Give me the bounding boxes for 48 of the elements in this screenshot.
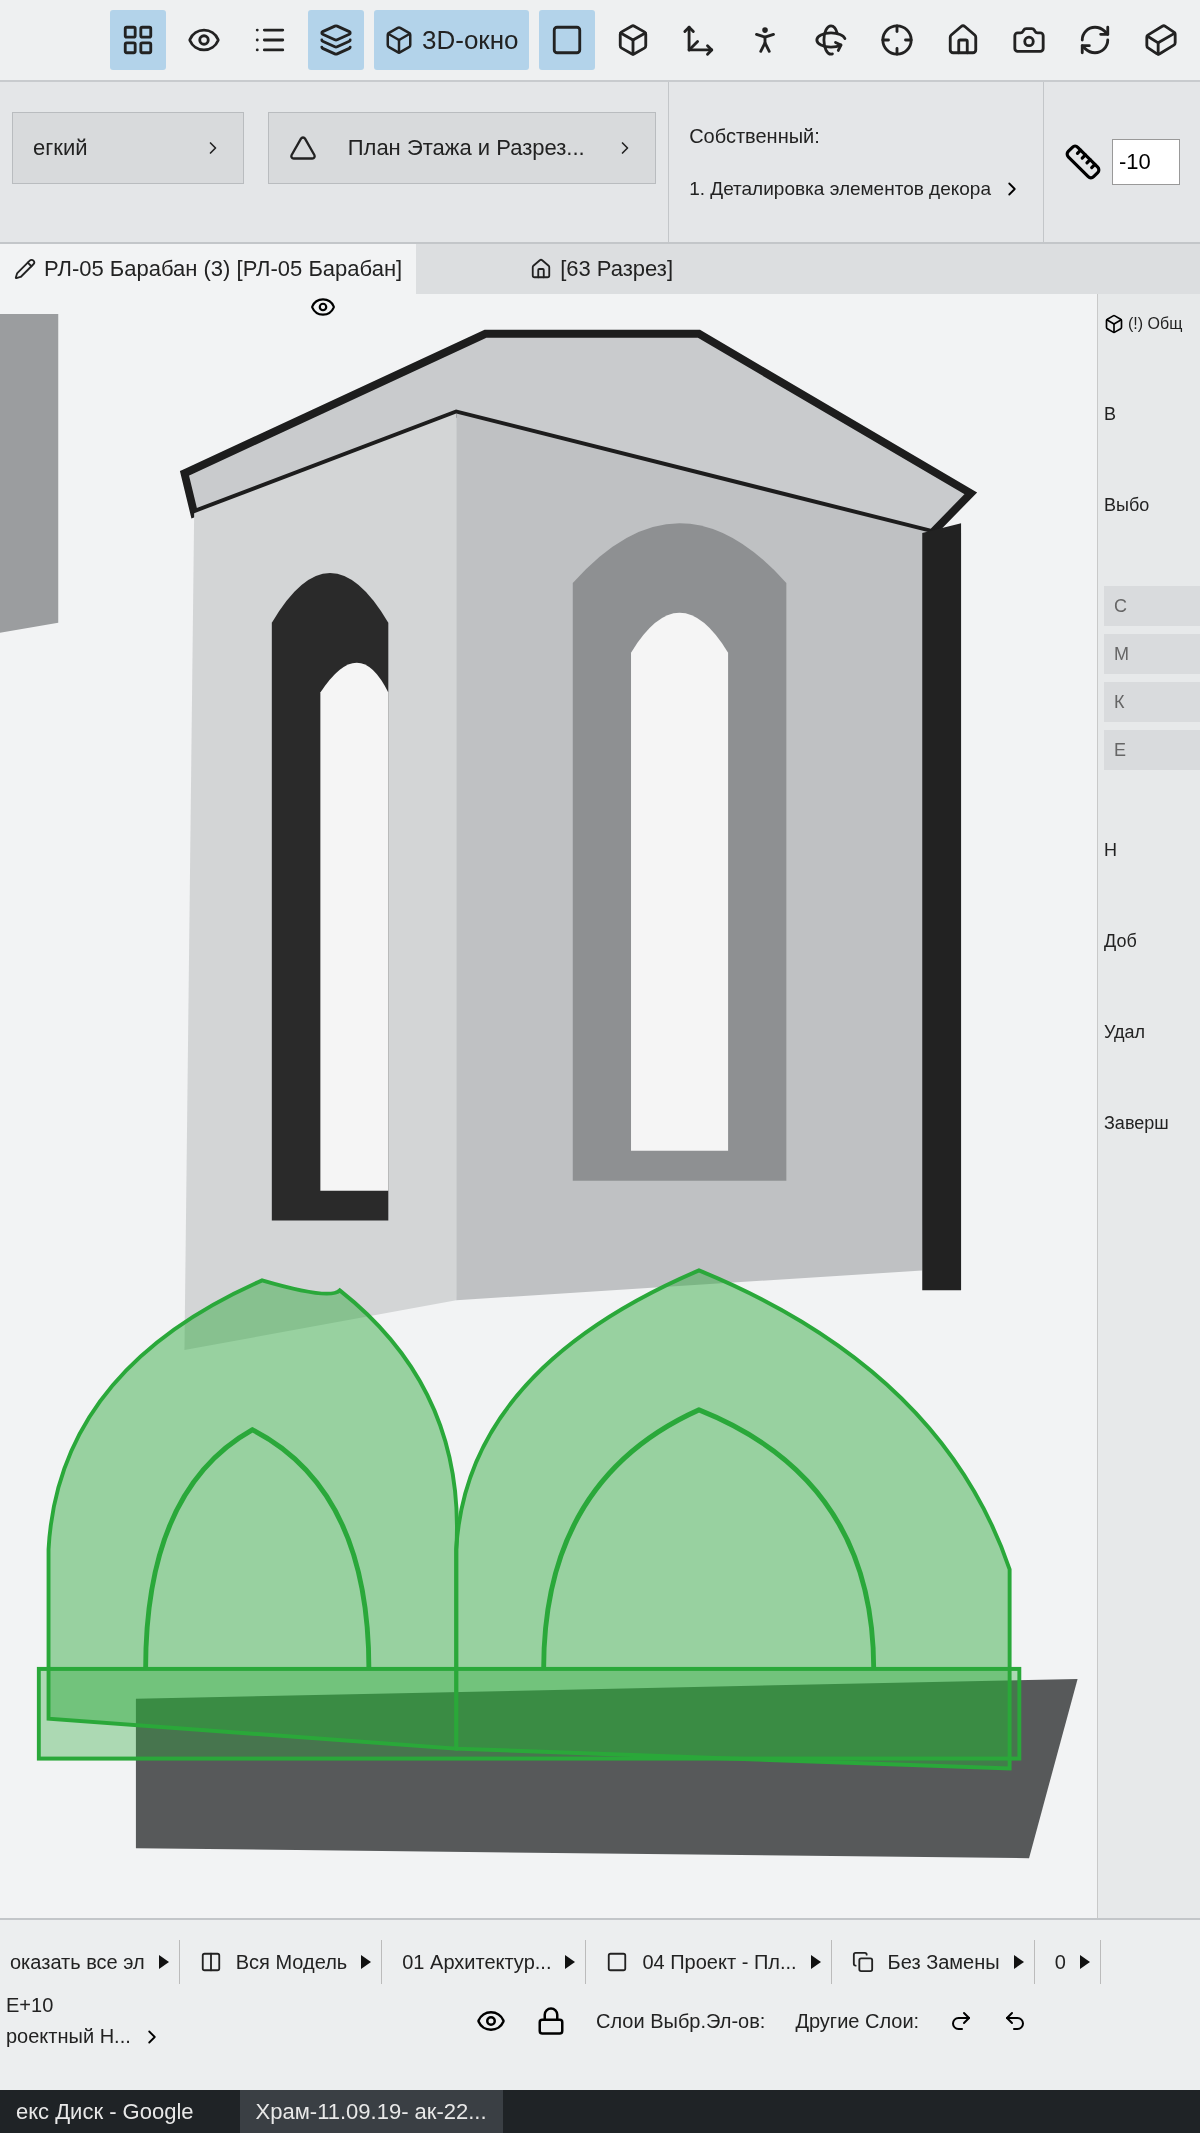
status-dropdown[interactable]: 01 Архитектур... <box>392 1940 587 1984</box>
panel-label: Выбо <box>1104 495 1151 516</box>
panel-row[interactable]: К <box>1104 682 1200 722</box>
copy-icon <box>851 1951 874 1973</box>
panel-label: Доб <box>1104 931 1138 952</box>
other-layers-label: Другие Слои: <box>795 2009 920 2033</box>
custom-label: Собственный: <box>689 124 821 148</box>
status-dropdown[interactable]: 0 <box>1044 1940 1101 1984</box>
arrow-icon <box>158 1955 169 1969</box>
view-tab[interactable]: [63 Разрез] <box>516 244 688 294</box>
pen-set-dropdown[interactable]: егкий <box>12 112 245 184</box>
pencil-icon <box>14 258 36 280</box>
taskbar-item[interactable]: екс Диск - Google <box>0 2090 210 2133</box>
model-view-dropdown[interactable]: План Этажа и Разрез... <box>268 112 657 184</box>
columns-icon <box>199 1951 222 1973</box>
mode-text: роектный Н... <box>6 2025 131 2048</box>
panel-label: Удал <box>1104 1022 1147 1043</box>
view-tab[interactable]: РЛ-05 Барабан (3) [РЛ-05 Барабан] <box>0 244 417 294</box>
status-dropdown[interactable]: 04 Проект - Пл... <box>596 1940 832 1984</box>
status-dropdown[interactable]: оказать все эл <box>0 1940 180 1984</box>
custom-value: 1. Деталировка элементов декора <box>689 177 991 200</box>
arrow-icon <box>1013 1955 1024 1969</box>
panel-label: Заверш <box>1104 1113 1170 1134</box>
grid-icon[interactable] <box>110 10 166 70</box>
panel-row[interactable]: С <box>1104 586 1200 626</box>
scale-text: Е+10 <box>6 1994 55 2017</box>
arrow-icon <box>565 1955 576 1969</box>
arrow-icon <box>1079 1955 1090 1969</box>
panel-label: Н <box>1104 840 1118 861</box>
square-icon[interactable] <box>538 10 595 70</box>
lock-icon[interactable] <box>536 2006 566 2036</box>
arrow-icon <box>810 1955 821 1969</box>
square-icon <box>606 1951 629 1973</box>
panel-label: В <box>1104 404 1117 425</box>
panel-row[interactable]: Е <box>1104 730 1200 770</box>
arrow-icon <box>361 1955 372 1969</box>
panel-row[interactable]: М <box>1104 634 1200 674</box>
taskbar-item[interactable]: Храм-11.09.19- ак-22... <box>239 2090 503 2133</box>
selected-layers-label: Слои Выбр.Эл-ов: <box>596 2009 766 2033</box>
layers-icon[interactable] <box>308 10 364 70</box>
house-icon <box>530 258 553 280</box>
panel-tab[interactable]: (!) Общ <box>1128 315 1183 333</box>
cube-icon <box>1104 314 1124 334</box>
status-dropdown[interactable]: Без Замены <box>841 1940 1035 1984</box>
status-dropdown[interactable]: Вся Модель <box>189 1940 383 1984</box>
3d-window-button[interactable]: 3D-окно <box>374 10 529 70</box>
cube-icon <box>384 25 414 55</box>
offset-field[interactable]: -10 <box>1112 139 1180 185</box>
